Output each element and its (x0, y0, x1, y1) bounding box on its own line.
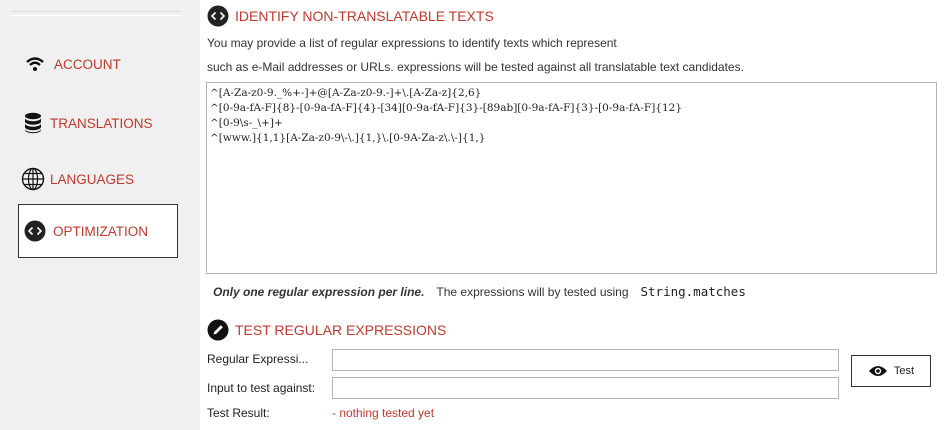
database-icon (20, 110, 46, 136)
code-brackets-icon (22, 218, 48, 244)
code-brackets-icon (207, 5, 229, 27)
test-button[interactable]: Test (851, 355, 931, 387)
test-button-label: Test (893, 365, 915, 377)
sidebar-item-label: LANGUAGES (50, 171, 135, 187)
regex-note-text: The expressions will by tested using (436, 285, 629, 299)
main-panel: IDENTIFY NON-TRANSLATABLE TEXTS You may … (200, 0, 946, 430)
regex-field-label: Regular Expressi... (207, 352, 309, 366)
sidebar-item-label: OPTIMIZATION (53, 223, 148, 239)
test-result-label: Test Result: (207, 406, 270, 420)
sidebar-item-label: TRANSLATIONS (50, 115, 153, 131)
wifi-icon (22, 51, 48, 77)
pencil-icon (207, 319, 229, 341)
regex-note: Only one regular expression per line. Th… (213, 284, 746, 299)
regex-list-textarea[interactable]: ^[A-Za-z0-9._%+-]+@[A-Za-z0-9.-]+\.[A-Za… (206, 82, 937, 274)
test-section-title: TEST REGULAR EXPRESSIONS (235, 322, 447, 338)
sidebar-item-account[interactable]: ACCOUNT (18, 37, 178, 91)
identify-section-title: IDENTIFY NON-TRANSLATABLE TEXTS (235, 8, 494, 24)
sidebar-item-languages[interactable]: LANGUAGES (18, 152, 178, 206)
regex-note-code: String.matches (640, 284, 746, 299)
test-input-label: Input to test against: (207, 381, 316, 395)
sidebar-item-translations[interactable]: TRANSLATIONS (18, 96, 178, 150)
identify-description-line1: You may provide a list of regular expres… (207, 36, 617, 50)
regex-note-bold: Only one regular expression per line. (213, 285, 425, 299)
sidebar-item-label: ACCOUNT (54, 56, 121, 72)
regex-test-input[interactable] (332, 349, 839, 371)
sidebar-item-optimization[interactable]: OPTIMIZATION (18, 204, 178, 258)
globe-icon (20, 166, 46, 192)
identify-section-header: IDENTIFY NON-TRANSLATABLE TEXTS (207, 5, 494, 27)
test-section-header: TEST REGULAR EXPRESSIONS (207, 319, 446, 341)
sidebar: ACCOUNT TRANSLATIONS LANGUAGES OPTIMIZAT… (0, 0, 196, 430)
test-result-value: - nothing tested yet (332, 406, 435, 420)
test-string-input[interactable] (332, 377, 839, 399)
eye-icon (868, 364, 888, 378)
identify-description-line2: such as e-Mail addresses or URLs. expres… (207, 60, 744, 74)
sidebar-divider (12, 11, 180, 16)
